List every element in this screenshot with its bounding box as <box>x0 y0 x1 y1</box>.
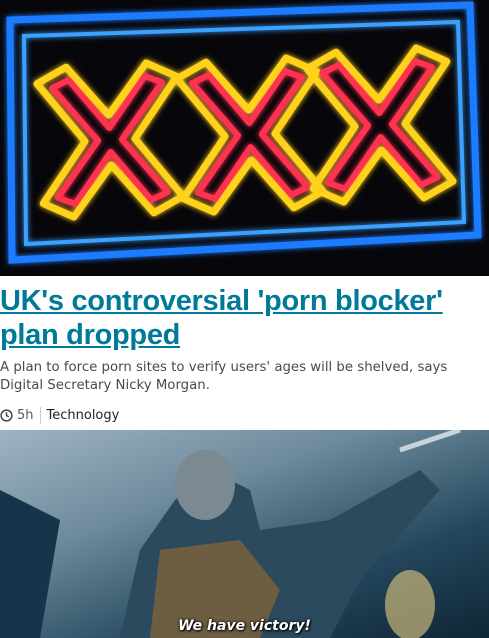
article-meta: 5h Technology <box>0 405 119 425</box>
article-timestamp: 5h <box>17 407 34 423</box>
embedded-gif-image[interactable]: We have victory! <box>0 430 489 638</box>
armored-warrior-scene <box>0 430 461 638</box>
article-hero-image[interactable] <box>0 0 489 276</box>
neon-xxx-sign-image <box>6 1 482 264</box>
gif-subtitle: We have victory! <box>178 618 311 634</box>
meta-divider <box>39 406 41 424</box>
clock-icon <box>0 408 13 422</box>
article-topic-link[interactable]: Technology <box>47 408 120 423</box>
article-headline-link[interactable]: UK's controversial 'porn blocker' plan d… <box>0 284 480 352</box>
article-summary: A plan to force porn sites to verify use… <box>0 360 448 393</box>
